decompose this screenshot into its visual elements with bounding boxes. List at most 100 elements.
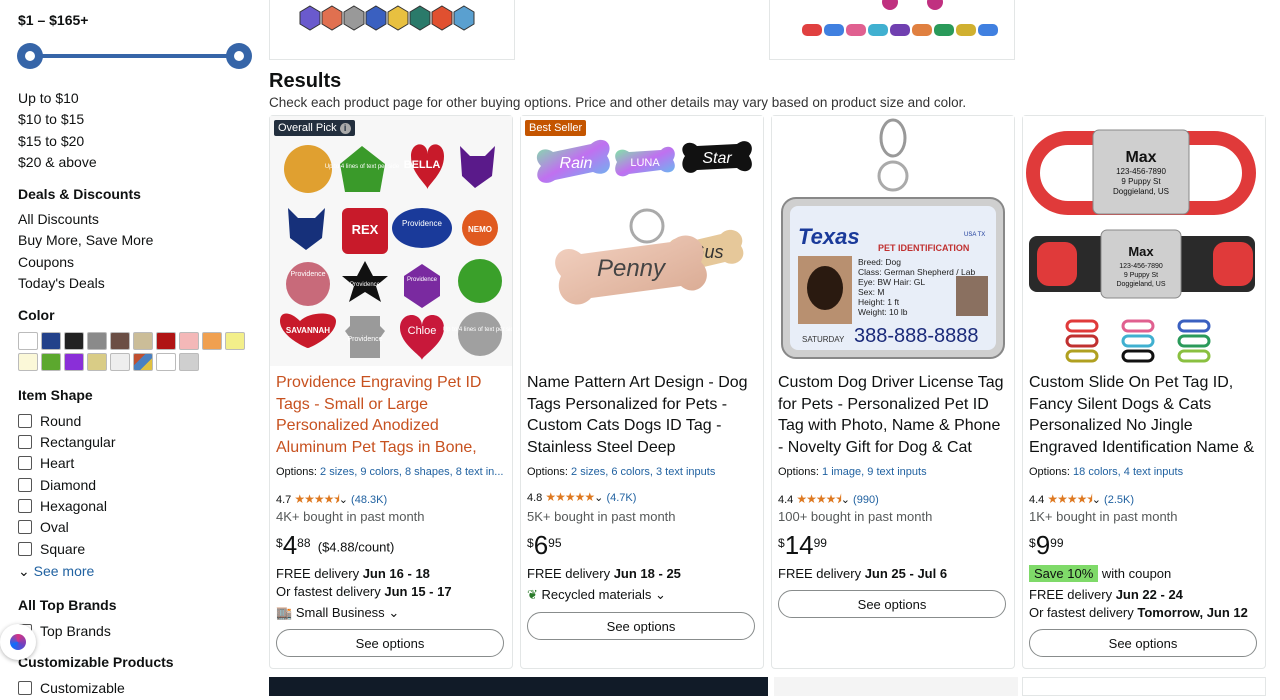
checkbox[interactable] [18, 498, 32, 513]
color-swatch[interactable] [179, 353, 199, 371]
color-swatch[interactable] [87, 332, 107, 350]
color-swatch[interactable] [156, 353, 176, 371]
see-options-button[interactable]: See options [1029, 629, 1257, 657]
color-swatch[interactable] [225, 332, 245, 350]
color-swatch[interactable] [64, 353, 84, 371]
price[interactable]: $695 [527, 530, 562, 561]
checkbox[interactable] [18, 455, 32, 470]
color-swatch[interactable] [202, 332, 222, 350]
price-slider-min-handle[interactable] [17, 43, 43, 69]
checkbox[interactable] [18, 680, 32, 695]
tag-text: SATURDAY [802, 335, 845, 344]
price-link[interactable]: $10 to $15 [18, 109, 97, 130]
color-swatch[interactable] [179, 332, 199, 350]
small-business-badge[interactable]: 🏬 Small Business ⌄ [276, 605, 399, 621]
customizable-heading: Customizable Products [18, 654, 174, 670]
recycled-materials-badge[interactable]: ❦ Recycled materials ⌄ [527, 587, 666, 603]
color-swatch[interactable] [41, 353, 61, 371]
deal-link[interactable]: Today's Deals [18, 273, 153, 294]
price-link[interactable]: $20 & above [18, 152, 97, 173]
tag-text: LUNA [630, 157, 660, 169]
price[interactable]: $1499 [778, 530, 827, 561]
review-count[interactable]: (990) [853, 494, 879, 506]
shape-checkbox-rectangular[interactable]: Rectangular [18, 434, 116, 454]
product-image[interactable]: Max 123-456-7890 9 Puppy St Doggieland, … [1023, 116, 1265, 366]
product-card[interactable]: Texas PET IDENTIFICATION USA TX Breed: D… [771, 115, 1015, 669]
color-swatch[interactable] [87, 353, 107, 371]
product-title-link[interactable]: Providence Engraving Pet ID Tags - Small… [276, 372, 508, 458]
price[interactable]: $999 [1029, 530, 1064, 561]
product-title-link[interactable]: Name Pattern Art Design - Dog Tags Perso… [527, 372, 759, 458]
previous-product-card[interactable] [269, 0, 515, 60]
tag-text: Height: 1 ft [858, 297, 900, 307]
color-swatch[interactable] [156, 332, 176, 350]
product-rating[interactable]: 4.4 ★★★★⯨⌄ (990) [778, 490, 879, 511]
coupon-badge[interactable]: Save 10% [1029, 565, 1099, 582]
results-subtitle: Check each product page for other buying… [269, 95, 967, 110]
see-options-button[interactable]: See options [527, 612, 755, 640]
next-row-banner[interactable] [269, 677, 768, 696]
shape-checkbox-diamond[interactable]: Diamond [18, 477, 96, 497]
shape-label: Diamond [40, 477, 97, 493]
options-link[interactable]: 2 sizes, 6 colors, 3 text inputs [571, 466, 715, 478]
color-swatch[interactable] [41, 332, 61, 350]
checkbox[interactable] [18, 477, 32, 492]
price-slider-track[interactable] [30, 54, 240, 58]
next-product-card[interactable] [1022, 677, 1266, 696]
customizable-checkbox[interactable]: Customizable [18, 680, 125, 700]
review-count[interactable]: (48.3K) [351, 494, 387, 506]
tag-text: BELLA [404, 159, 441, 171]
options-link[interactable]: 1 image, 9 text inputs [822, 466, 927, 478]
previous-product-card[interactable] [769, 0, 1015, 60]
review-count[interactable]: (2.5K) [1104, 494, 1134, 506]
deal-link[interactable]: Coupons [18, 252, 153, 273]
checkbox[interactable] [18, 519, 32, 534]
product-card[interactable]: Best Seller Rain LUNA Star Gus Penny Nam… [520, 115, 764, 669]
shape-checkbox-round[interactable]: Round [18, 413, 81, 433]
color-swatch[interactable] [18, 353, 38, 371]
options-link[interactable]: 18 colors, 4 text inputs [1073, 466, 1183, 478]
color-swatch[interactable] [18, 332, 38, 350]
checkbox[interactable] [18, 413, 32, 428]
color-swatch[interactable] [64, 332, 84, 350]
product-card[interactable]: Max 123-456-7890 9 Puppy St Doggieland, … [1022, 115, 1266, 669]
deal-link[interactable]: Buy More, Save More [18, 230, 153, 251]
price-fraction: 95 [548, 536, 562, 550]
next-product-card[interactable] [774, 677, 1018, 696]
product-image[interactable]: Overall Pick i Up to 4 lines of text per … [270, 116, 512, 366]
price-symbol: $ [527, 536, 534, 550]
product-rating[interactable]: 4.7 ★★★★⯨⌄ (48.3K) [276, 490, 387, 511]
info-icon[interactable]: i [339, 123, 351, 134]
shape-label: Oval [40, 519, 69, 535]
shape-checkbox-hexagonal[interactable]: Hexagonal [18, 498, 107, 518]
price-slider-max-handle[interactable] [226, 43, 252, 69]
see-options-button[interactable]: See options [778, 590, 1006, 618]
product-rating[interactable]: 4.4 ★★★★⯨⌄ (2.5K) [1029, 490, 1134, 511]
see-options-button[interactable]: See options [276, 629, 504, 657]
deal-link[interactable]: All Discounts [18, 209, 153, 230]
price-link[interactable]: $15 to $20 [18, 131, 97, 152]
see-more-link[interactable]: ⌄ See more [18, 563, 94, 580]
price-link[interactable]: Up to $10 [18, 88, 97, 109]
price[interactable]: $488 ($4.88/count) [276, 530, 394, 561]
product-image[interactable]: Best Seller Rain LUNA Star Gus Penny [521, 116, 763, 366]
product-title-link[interactable]: Custom Dog Driver License Tag for Pets -… [778, 372, 1010, 458]
ai-assistant-icon[interactable] [0, 624, 36, 660]
color-swatch[interactable] [133, 353, 153, 371]
product-rating[interactable]: 4.8 ★★★★★⌄ (4.7K) [527, 490, 636, 504]
product-title-link[interactable]: Custom Slide On Pet Tag ID, Fancy Silent… [1029, 372, 1261, 458]
product-card[interactable]: Overall Pick i Up to 4 lines of text per … [269, 115, 513, 669]
see-more-label: See more [33, 563, 95, 579]
checkbox[interactable] [18, 541, 32, 556]
color-swatch[interactable] [110, 332, 130, 350]
shape-checkbox-square[interactable]: Square [18, 541, 85, 561]
color-swatch[interactable] [133, 332, 153, 350]
checkbox[interactable] [18, 434, 32, 449]
shape-checkbox-heart[interactable]: Heart [18, 455, 74, 475]
coupon-info[interactable]: Save 10% with coupon [1029, 565, 1171, 582]
product-image[interactable]: Texas PET IDENTIFICATION USA TX Breed: D… [772, 116, 1014, 366]
color-swatch[interactable] [110, 353, 130, 371]
review-count[interactable]: (4.7K) [606, 492, 636, 504]
options-link[interactable]: 2 sizes, 9 colors, 8 shapes, 8 text in..… [320, 466, 503, 478]
shape-checkbox-oval[interactable]: Oval [18, 519, 69, 539]
